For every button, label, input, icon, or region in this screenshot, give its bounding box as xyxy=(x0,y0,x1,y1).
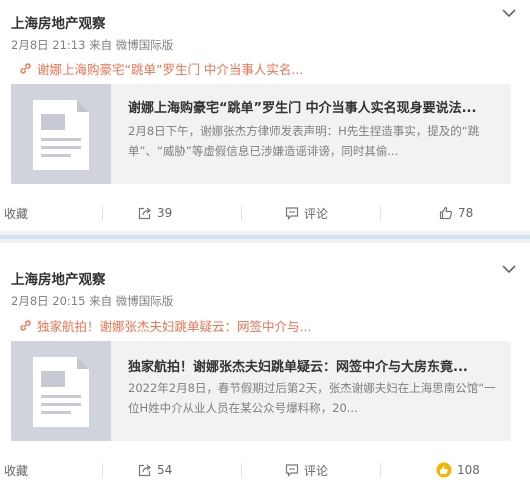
divider xyxy=(241,463,242,478)
article-card[interactable]: 谢娜上海购豪宅“跳单”罗生门 中介当事人实名现身要说法... 2月8日下午，谢娜… xyxy=(11,84,511,184)
favorite-button[interactable]: 收藏 xyxy=(4,455,28,485)
article-link[interactable]: 谢娜上海购豪宅“跳单”罗生门 中介当事人实名... xyxy=(19,59,303,78)
post-separator xyxy=(0,231,530,243)
card-title: 谢娜上海购豪宅“跳单”罗生门 中介当事人实名现身要说法... xyxy=(128,101,477,116)
author-name[interactable]: 上海房地产观察 xyxy=(11,268,106,288)
article-card[interactable]: 独家航拍！谢娜张杰夫妇跳单疑云：网签中介与大房东竟... 2022年2月8日，春… xyxy=(11,341,511,441)
action-bar: 收藏 54 评论 108 xyxy=(0,455,530,485)
like-button[interactable]: 78 xyxy=(439,198,473,228)
like-button[interactable]: 108 xyxy=(436,455,480,485)
card-title: 独家航拍！谢娜张杰夫妇跳单疑云：网签中介与大房东竟... xyxy=(128,360,468,375)
card-description: 2022年2月8日，春节假期过后第2天，张杰谢娜夫妇在上海思南公馆“一位H姓中介… xyxy=(128,381,496,415)
post-source: 来自 微博国际版 xyxy=(89,294,174,308)
action-bar: 收藏 39 评论 78 xyxy=(0,198,530,228)
like-count: 108 xyxy=(457,463,480,477)
comment-label: 评论 xyxy=(304,463,329,478)
thumb-up-icon xyxy=(439,206,453,220)
card-description: 2月8日下午，谢娜张杰方律师发表声明：H先生捏造事实，提及的“跳单”、“威胁”等… xyxy=(128,124,480,158)
link-icon xyxy=(20,63,31,74)
document-thumbnail xyxy=(11,341,111,441)
repost-button[interactable]: 54 xyxy=(138,455,172,485)
author-name[interactable]: 上海房地产观察 xyxy=(11,12,106,32)
chevron-down-icon[interactable] xyxy=(501,5,517,21)
comment-label: 评论 xyxy=(304,206,329,221)
comment-button[interactable]: 评论 xyxy=(285,455,328,485)
repost-icon xyxy=(138,207,151,220)
divider xyxy=(380,463,381,478)
like-count: 78 xyxy=(458,206,474,220)
favorite-label: 收藏 xyxy=(4,463,29,478)
repost-count: 54 xyxy=(157,463,173,477)
post-time[interactable]: 2月8日 21:13 xyxy=(11,38,85,52)
chevron-down-icon[interactable] xyxy=(501,261,517,277)
document-thumbnail xyxy=(11,84,111,184)
comment-icon xyxy=(285,207,299,220)
repost-button[interactable]: 39 xyxy=(138,198,172,228)
link-icon xyxy=(20,320,31,331)
repost-count: 39 xyxy=(157,206,173,220)
favorite-button[interactable]: 收藏 xyxy=(4,198,28,228)
divider xyxy=(102,206,103,221)
post-meta: 2月8日 21:13 来自 微博国际版 xyxy=(11,37,173,53)
divider xyxy=(241,206,242,221)
post-meta: 2月8日 20:15 来自 微博国际版 xyxy=(11,293,173,309)
comment-button[interactable]: 评论 xyxy=(285,198,328,228)
repost-icon xyxy=(138,464,151,477)
article-link-text: 谢娜上海购豪宅“跳单”罗生门 中介当事人实名... xyxy=(37,62,304,77)
post-source: 来自 微博国际版 xyxy=(89,38,174,52)
comment-icon xyxy=(285,464,299,477)
divider xyxy=(102,463,103,478)
thumb-up-icon xyxy=(436,462,452,478)
divider xyxy=(380,206,381,221)
article-link[interactable]: 独家航拍！谢娜张杰夫妇跳单疑云：网签中介与... xyxy=(19,316,311,335)
post-time[interactable]: 2月8日 20:15 xyxy=(11,294,85,308)
article-link-text: 独家航拍！谢娜张杰夫妇跳单疑云：网签中介与... xyxy=(37,319,312,334)
weibo-post: 上海房地产观察 2月8日 20:15 来自 微博国际版 独家航拍！谢娜张杰夫妇跳… xyxy=(0,243,530,489)
weibo-post: 上海房地产观察 2月8日 21:13 来自 微博国际版 谢娜上海购豪宅“跳单”罗… xyxy=(0,0,530,231)
favorite-label: 收藏 xyxy=(4,206,29,221)
